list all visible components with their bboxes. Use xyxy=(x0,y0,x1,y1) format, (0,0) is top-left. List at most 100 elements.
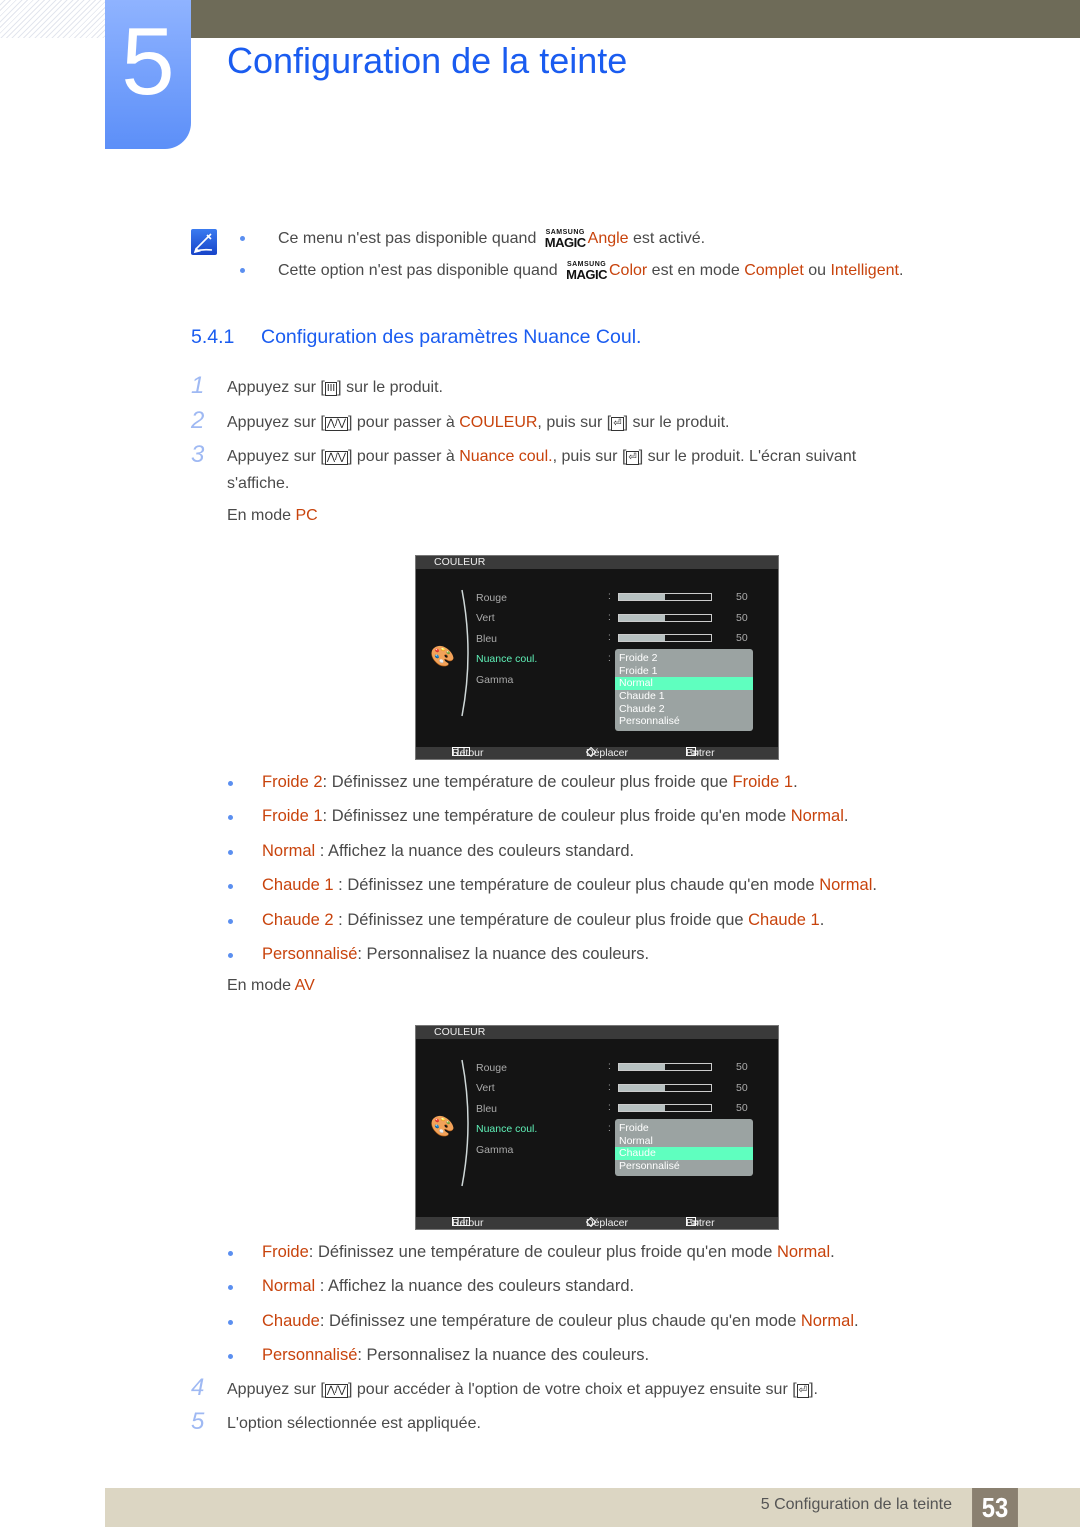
note-text: ou xyxy=(803,262,831,279)
palette-icon: 🎨 xyxy=(430,1116,455,1138)
step-3: 3 Appuyez sur [⋀/⋁] pour passer à Nuance… xyxy=(191,441,991,497)
reference: Normal xyxy=(819,876,873,895)
menu-button-icon: III xyxy=(324,382,338,396)
footer-chapter-text: 5 Configuration de la teinte xyxy=(760,1496,952,1513)
osd-colon: : xyxy=(608,653,611,664)
slider-vert[interactable] xyxy=(618,1084,712,1092)
description-text: : Définissez une température de couleur … xyxy=(333,876,820,895)
dropdown-option[interactable]: Froide 2 xyxy=(615,652,753,665)
step-text: ]. xyxy=(809,1381,818,1398)
step-text: ] sur le produit. xyxy=(623,414,730,431)
note-item: Ce menu n'est pas disponible quand SAMSU… xyxy=(240,226,1020,258)
note-text: est en mode xyxy=(647,262,745,279)
osd-item-rouge[interactable]: Rouge xyxy=(476,592,507,604)
dropdown-option[interactable]: Normal xyxy=(615,1135,753,1148)
dropdown-option[interactable]: Froide 1 xyxy=(615,665,753,678)
dropdown-option[interactable]: Normal xyxy=(615,677,753,691)
osd-colon: : xyxy=(608,1082,611,1093)
note-text: est activé. xyxy=(628,230,706,247)
description-item: Personnalisé: Personnalisez la nuance de… xyxy=(227,1343,987,1377)
slider-fill xyxy=(619,594,665,600)
osd-colon: : xyxy=(608,632,611,643)
slider-bleu[interactable] xyxy=(618,1104,712,1112)
description-end: . xyxy=(854,1311,859,1330)
step-text: ] pour passer à xyxy=(348,414,460,431)
osd-item-vert[interactable]: Vert xyxy=(476,612,495,624)
nuance-dropdown[interactable]: Froide 2 Froide 1 Normal Chaude 1 Chaude 2 Pe… xyxy=(615,649,753,732)
osd-item-vert[interactable]: Vert xyxy=(476,1082,495,1094)
dropdown-option[interactable]: Personnalisé xyxy=(615,1160,753,1173)
slider-value: 50 xyxy=(736,612,748,624)
description-item: Froide 2: Définissez une température de … xyxy=(227,770,987,804)
reference: Froide 1 xyxy=(732,773,794,791)
description-text: : Affichez la nuance des couleurs standa… xyxy=(315,841,635,860)
step-text: Appuyez sur [ xyxy=(227,379,325,396)
note-highlight: Angle xyxy=(587,230,629,247)
slider-fill xyxy=(619,1064,665,1070)
osd-item-nuance[interactable]: Nuance coul. xyxy=(476,1123,537,1135)
header-hatch xyxy=(0,0,105,38)
page-number: 53 xyxy=(972,1488,1018,1527)
step-text: L'option sélectionnée est appliquée. xyxy=(227,1415,481,1432)
description-item: Normal : Affichez la nuance des couleurs… xyxy=(227,1274,987,1308)
nuance-dropdown[interactable]: Froide Normal Chaude Personnalisé xyxy=(615,1119,753,1176)
bullet-icon xyxy=(228,952,233,958)
mode-prefix: En mode xyxy=(227,507,296,524)
step-text: ] pour accéder à l'option de votre choix… xyxy=(348,1381,797,1398)
slider-fill xyxy=(619,1085,665,1091)
step-text: Appuyez sur [ xyxy=(227,414,325,431)
slider-vert[interactable] xyxy=(618,614,712,622)
description-end: . xyxy=(793,773,798,791)
description-list-av: Froide: Définissez une température de co… xyxy=(227,1240,987,1378)
dropdown-option[interactable]: Chaude xyxy=(615,1147,753,1161)
term: Chaude 2 xyxy=(262,910,334,929)
osd-curve-decoration xyxy=(461,589,469,717)
osd-curve-decoration xyxy=(461,1059,469,1187)
osd-item-rouge[interactable]: Rouge xyxy=(476,1062,507,1074)
term: Personnalisé xyxy=(262,1346,358,1365)
chapter-title: Configuration de la teinte xyxy=(227,40,628,81)
slider-rouge[interactable] xyxy=(618,1063,712,1071)
step-5: 5 L'option sélectionnée est appliquée. xyxy=(191,1408,991,1437)
slider-bleu[interactable] xyxy=(618,634,712,642)
osd-item-bleu[interactable]: Bleu xyxy=(476,1103,497,1115)
step-text: Appuyez sur [ xyxy=(227,448,325,465)
enter-button-icon: ⏎ xyxy=(796,1384,810,1398)
step-number: 3 xyxy=(191,441,205,468)
osd-back-label: Retour xyxy=(452,747,484,759)
osd-item-bleu[interactable]: Bleu xyxy=(476,633,497,645)
osd-footer: Retour Déplacer Entrer xyxy=(416,1216,778,1229)
description-text: : Personnalisez la nuance des couleurs. xyxy=(357,944,650,963)
slider-value: 50 xyxy=(736,632,748,644)
osd-item-gamma[interactable]: Gamma xyxy=(476,1144,513,1156)
enter-button-icon: ⏎ xyxy=(611,417,624,431)
chapter-badge: 5 xyxy=(105,0,191,149)
osd-footer: Retour Déplacer Entrer xyxy=(416,746,778,759)
reference: Normal xyxy=(800,1311,855,1330)
section-title: 5.4.1 Configuration des paramètres Nuance… xyxy=(191,326,641,349)
osd-menu-av: COULEUR 🎨 Rouge Vert Bleu Nuance coul. G… xyxy=(415,1025,779,1230)
slider-fill xyxy=(619,615,665,621)
note-list: Ce menu n'est pas disponible quand SAMSU… xyxy=(240,226,1020,290)
dropdown-option[interactable]: Chaude 1 xyxy=(615,690,753,703)
slider-value: 50 xyxy=(736,1061,748,1073)
osd-item-gamma[interactable]: Gamma xyxy=(476,674,513,686)
dropdown-option[interactable]: Chaude 2 xyxy=(615,703,753,716)
description-end: . xyxy=(830,1243,835,1261)
bullet-icon xyxy=(228,849,233,855)
logo-bottom: MAGIC xyxy=(544,235,586,250)
mode-name: AV xyxy=(294,977,315,994)
osd-enter-label: Entrer xyxy=(686,1217,715,1229)
bullet-icon xyxy=(240,268,245,273)
osd-item-nuance[interactable]: Nuance coul. xyxy=(476,653,537,665)
slider-rouge[interactable] xyxy=(618,593,712,601)
step-text: ] pour passer à xyxy=(348,448,460,465)
enter-button-icon: ⏎ xyxy=(626,451,639,465)
step-number: 5 xyxy=(191,1408,205,1435)
note-highlight: Color xyxy=(609,262,648,279)
description-text: : Définissez une température de couleur … xyxy=(319,1311,801,1330)
dropdown-option[interactable]: Personnalisé xyxy=(615,715,753,728)
section-title-text: Configuration des paramètres Nuance Coul… xyxy=(261,326,642,348)
description-item: Chaude 2 : Définissez une température de… xyxy=(227,908,987,942)
dropdown-option[interactable]: Froide xyxy=(615,1122,753,1135)
